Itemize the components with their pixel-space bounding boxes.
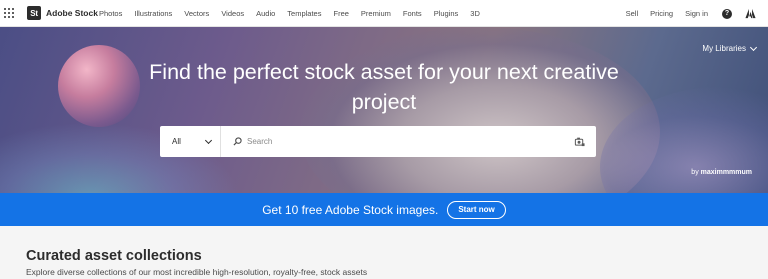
chevron-down-icon <box>749 43 758 51</box>
my-libraries-label: My Libraries <box>702 44 746 53</box>
nav-link-3d[interactable]: 3D <box>470 9 480 18</box>
nav-link-premium[interactable]: Premium <box>361 9 391 18</box>
start-now-button[interactable]: Start now <box>447 200 506 219</box>
nav-link-plugins[interactable]: Plugins <box>434 9 459 18</box>
brand[interactable]: St Adobe Stock <box>27 6 98 20</box>
section-subtitle: Explore diverse collections of our most … <box>26 267 368 277</box>
nav-link-videos[interactable]: Videos <box>221 9 244 18</box>
credit-author[interactable]: maximmmmum <box>701 169 752 176</box>
brand-name: Adobe Stock <box>46 8 98 18</box>
image-credit: by maximmmmum <box>691 169 752 176</box>
hero-background-sphere <box>58 45 140 127</box>
nav-link-free[interactable]: Free <box>333 9 348 18</box>
nav-link-fonts[interactable]: Fonts <box>403 9 422 18</box>
curated-section: Curated asset collections Explore divers… <box>0 226 768 279</box>
nav-link-templates[interactable]: Templates <box>287 9 321 18</box>
promo-text: Get 10 free Adobe Stock images. <box>262 202 439 217</box>
top-nav: St Adobe Stock Photos Illustrations Vect… <box>0 0 768 27</box>
asset-type-value: All <box>172 137 181 146</box>
nav-link-photos[interactable]: Photos <box>99 9 122 18</box>
credit-prefix: by <box>691 169 701 176</box>
asset-type-select[interactable]: All <box>160 126 221 157</box>
search-input[interactable] <box>247 137 567 146</box>
adobe-logo-icon[interactable] <box>745 8 756 19</box>
nav-link-audio[interactable]: Audio <box>256 9 275 18</box>
nav-links: Photos Illustrations Vectors Videos Audi… <box>99 0 492 27</box>
search-icon <box>233 137 242 146</box>
nav-right: Sell Pricing Sign in ? <box>614 0 756 27</box>
nav-link-vectors[interactable]: Vectors <box>184 9 209 18</box>
visual-search-icon[interactable] <box>574 136 585 147</box>
my-libraries-button[interactable]: My Libraries <box>702 43 758 53</box>
hero-banner: My Libraries Find the perfect stock asse… <box>0 27 768 193</box>
adobe-stock-logo-icon: St <box>27 6 41 20</box>
search-bar: All <box>160 126 596 157</box>
section-title: Curated asset collections <box>26 248 202 264</box>
help-icon[interactable]: ? <box>722 8 732 19</box>
sell-link[interactable]: Sell <box>626 9 639 18</box>
pricing-link[interactable]: Pricing <box>650 9 673 18</box>
promo-bar: Get 10 free Adobe Stock images. Start no… <box>0 193 768 226</box>
chevron-down-icon <box>204 136 213 145</box>
sign-in-link[interactable]: Sign in <box>685 9 708 18</box>
nav-link-illustrations[interactable]: Illustrations <box>134 9 172 18</box>
hero-title: Find the perfect stock asset for your ne… <box>149 60 619 114</box>
app-grid-icon[interactable] <box>4 8 14 18</box>
